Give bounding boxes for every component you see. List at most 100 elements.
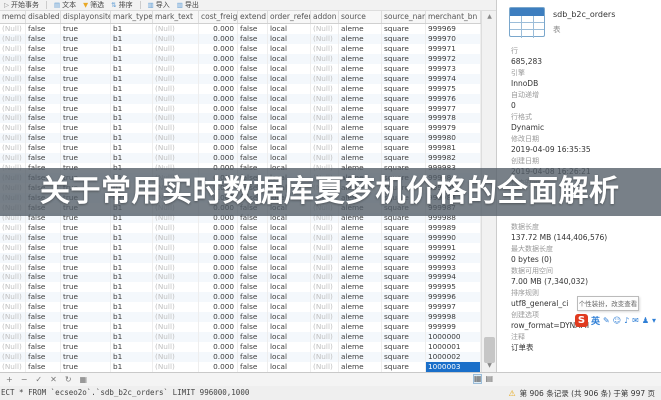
cell-displayonsite[interactable]: true xyxy=(61,24,111,34)
cell-source[interactable]: aleme xyxy=(339,243,382,253)
cell-order_refer[interactable]: local xyxy=(268,263,311,273)
toolbar-button-text[interactable]: ▤文本 xyxy=(54,0,76,10)
cell-cost_freight[interactable]: 0.000 xyxy=(199,223,238,233)
cell-disabled[interactable]: false xyxy=(26,104,61,114)
cell-source[interactable]: aleme xyxy=(339,342,382,352)
cell-mark_text[interactable]: (Null) xyxy=(153,282,199,292)
cell-mark_text[interactable]: (Null) xyxy=(153,342,199,352)
toolbar-button-import[interactable]: ▥导入 xyxy=(148,0,170,10)
cell-extend[interactable]: false xyxy=(238,64,268,74)
cell-addon[interactable]: (Null) xyxy=(311,44,339,54)
cell-order_refer[interactable]: local xyxy=(268,113,311,123)
cell-source[interactable]: aleme xyxy=(339,292,382,302)
cell-order_refer[interactable]: local xyxy=(268,342,311,352)
cell-disabled[interactable]: false xyxy=(26,123,61,133)
cell-extend[interactable]: false xyxy=(238,84,268,94)
cell-source_name[interactable]: square xyxy=(382,113,426,123)
cell-disabled[interactable]: false xyxy=(26,44,61,54)
cell-source[interactable]: aleme xyxy=(339,153,382,163)
cell-extend[interactable]: false xyxy=(238,54,268,64)
cell-mark_type[interactable]: b1 xyxy=(111,104,153,114)
cell-source[interactable]: aleme xyxy=(339,104,382,114)
cell-source_name[interactable]: square xyxy=(382,282,426,292)
cell-merchant_bn[interactable]: 999974 xyxy=(426,74,481,84)
cell-merchant_bn[interactable]: 999981 xyxy=(426,143,481,153)
cell-mark_type[interactable]: b1 xyxy=(111,352,153,362)
cell-order_refer[interactable]: local xyxy=(268,133,311,143)
cell-source[interactable]: aleme xyxy=(339,94,382,104)
cell-order_refer[interactable]: local xyxy=(268,223,311,233)
cell-disabled[interactable]: false xyxy=(26,113,61,123)
cell-order_refer[interactable]: local xyxy=(268,143,311,153)
cell-disabled[interactable]: false xyxy=(26,24,61,34)
cell-memo[interactable]: (Null) xyxy=(0,263,26,273)
column-header-mark_text[interactable]: mark_text xyxy=(153,11,199,23)
cell-extend[interactable]: false xyxy=(238,322,268,332)
cell-mark_text[interactable]: (Null) xyxy=(153,54,199,64)
cell-disabled[interactable]: false xyxy=(26,34,61,44)
cell-mark_type[interactable]: b1 xyxy=(111,153,153,163)
table-row[interactable]: (Null)falsetrueb1(Null)0.000falselocal(N… xyxy=(0,74,481,84)
cell-displayonsite[interactable]: true xyxy=(61,263,111,273)
cell-disabled[interactable]: false xyxy=(26,332,61,342)
cell-mark_type[interactable]: b1 xyxy=(111,282,153,292)
cell-order_refer[interactable]: local xyxy=(268,94,311,104)
table-row[interactable]: (Null)falsetrueb1(Null)0.000falselocal(N… xyxy=(0,322,481,332)
cell-memo[interactable]: (Null) xyxy=(0,123,26,133)
cell-memo[interactable]: (Null) xyxy=(0,243,26,253)
cell-addon[interactable]: (Null) xyxy=(311,133,339,143)
cell-merchant_bn[interactable]: 999970 xyxy=(426,34,481,44)
column-header-displayonsite[interactable]: displayonsite xyxy=(61,11,111,23)
cell-extend[interactable]: false xyxy=(238,223,268,233)
cell-merchant_bn[interactable]: 999996 xyxy=(426,292,481,302)
cell-memo[interactable]: (Null) xyxy=(0,322,26,332)
cell-source_name[interactable]: square xyxy=(382,74,426,84)
cell-extend[interactable]: false xyxy=(238,302,268,312)
cell-order_refer[interactable]: local xyxy=(268,302,311,312)
cell-mark_type[interactable]: b1 xyxy=(111,74,153,84)
table-row[interactable]: (Null)falsetrueb1(Null)0.000falselocal(N… xyxy=(0,84,481,94)
table-row[interactable]: (Null)falsetrueb1(Null)0.000falselocal(N… xyxy=(0,54,481,64)
cell-source[interactable]: aleme xyxy=(339,223,382,233)
cell-source[interactable]: aleme xyxy=(339,322,382,332)
column-header-cost_freight[interactable]: cost_freight xyxy=(199,11,238,23)
cell-memo[interactable]: (Null) xyxy=(0,84,26,94)
cell-mark_type[interactable]: b1 xyxy=(111,34,153,44)
cell-extend[interactable]: false xyxy=(238,362,268,372)
cell-disabled[interactable]: false xyxy=(26,143,61,153)
cell-order_refer[interactable]: local xyxy=(268,322,311,332)
cell-source_name[interactable]: square xyxy=(382,292,426,302)
cell-displayonsite[interactable]: true xyxy=(61,272,111,282)
cell-source[interactable]: aleme xyxy=(339,282,382,292)
table-row[interactable]: (Null)falsetrueb1(Null)0.000falselocal(N… xyxy=(0,233,481,243)
handwriting-icon[interactable]: ✎ xyxy=(603,317,610,325)
cell-mark_type[interactable]: b1 xyxy=(111,253,153,263)
cell-order_refer[interactable]: local xyxy=(268,253,311,263)
cell-disabled[interactable]: false xyxy=(26,253,61,263)
cell-displayonsite[interactable]: true xyxy=(61,352,111,362)
cell-mark_text[interactable]: (Null) xyxy=(153,123,199,133)
cell-memo[interactable]: (Null) xyxy=(0,104,26,114)
cell-merchant_bn[interactable]: 999980 xyxy=(426,133,481,143)
cell-order_refer[interactable]: local xyxy=(268,24,311,34)
table-row[interactable]: (Null)falsetrueb1(Null)0.000falselocal(N… xyxy=(0,133,481,143)
cell-extend[interactable]: false xyxy=(238,24,268,34)
table-row[interactable]: (Null)falsetrueb1(Null)0.000falselocal(N… xyxy=(0,123,481,133)
cell-memo[interactable]: (Null) xyxy=(0,233,26,243)
cell-mark_type[interactable]: b1 xyxy=(111,44,153,54)
cell-disabled[interactable]: false xyxy=(26,272,61,282)
cell-order_refer[interactable]: local xyxy=(268,332,311,342)
cell-cost_freight[interactable]: 0.000 xyxy=(199,94,238,104)
cell-disabled[interactable]: false xyxy=(26,64,61,74)
cell-source_name[interactable]: square xyxy=(382,362,426,372)
cell-displayonsite[interactable]: true xyxy=(61,282,111,292)
cell-memo[interactable]: (Null) xyxy=(0,24,26,34)
cell-displayonsite[interactable]: true xyxy=(61,322,111,332)
cell-memo[interactable]: (Null) xyxy=(0,153,26,163)
cell-cost_freight[interactable]: 0.000 xyxy=(199,332,238,342)
cell-source_name[interactable]: square xyxy=(382,143,426,153)
cell-mark_text[interactable]: (Null) xyxy=(153,233,199,243)
cell-extend[interactable]: false xyxy=(238,233,268,243)
cell-displayonsite[interactable]: true xyxy=(61,104,111,114)
refresh-icon[interactable]: ↻ xyxy=(65,376,72,384)
